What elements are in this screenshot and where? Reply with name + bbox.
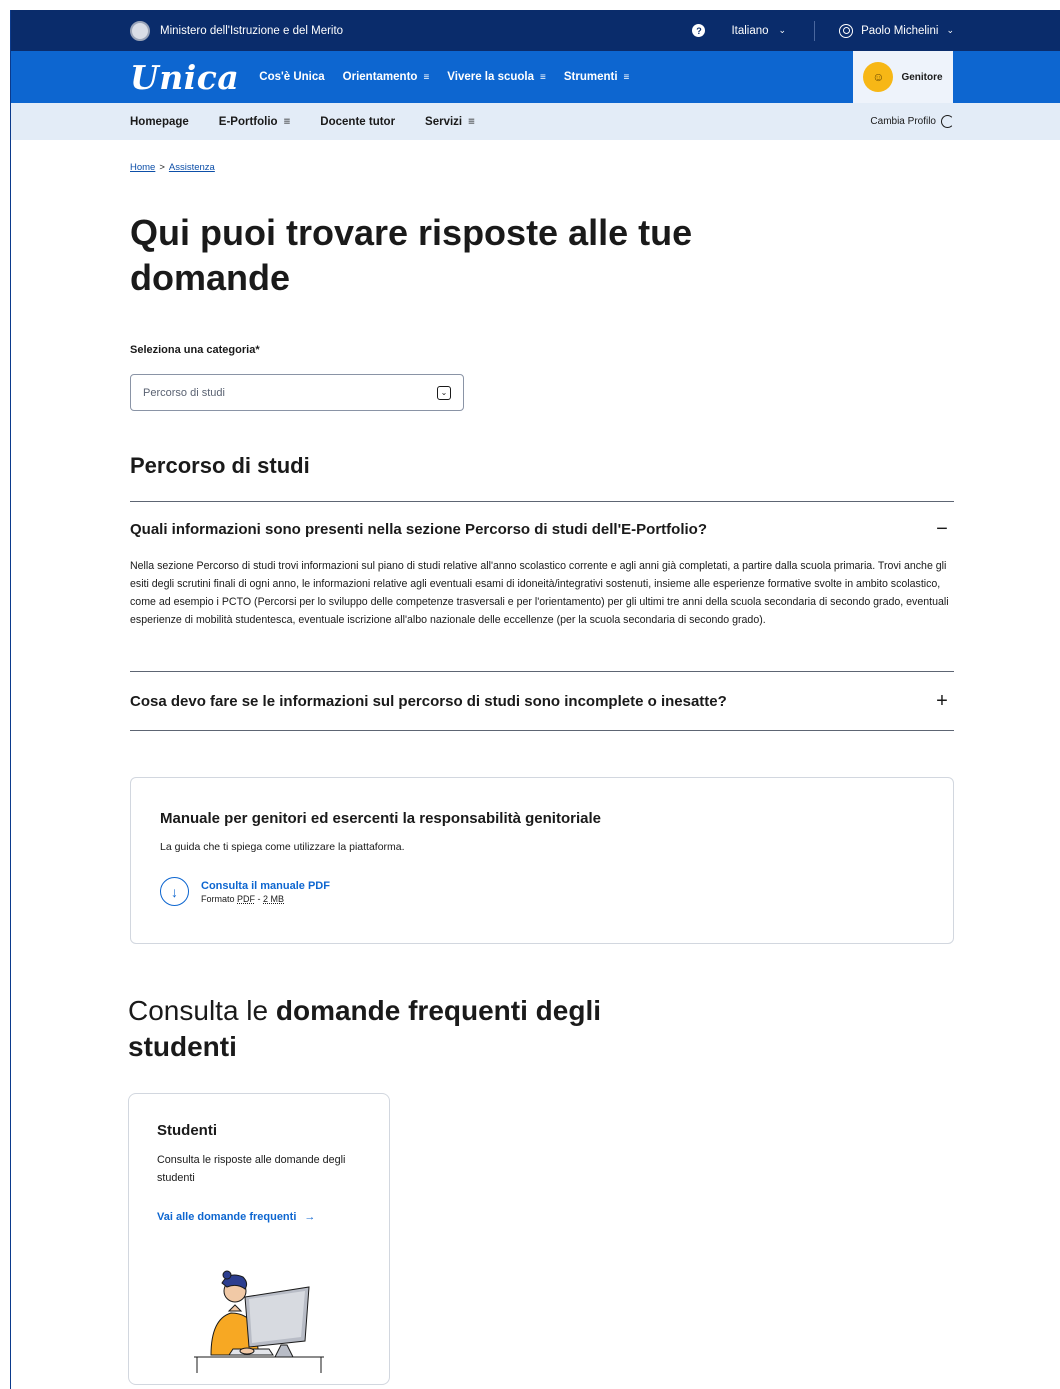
section-title: Percorso di studi xyxy=(130,453,310,478)
chevron-down-icon: ⌄ xyxy=(437,385,451,400)
profile-switch[interactable]: ☺ Genitore xyxy=(853,51,953,103)
arrow-right-icon: → xyxy=(304,1211,316,1223)
format-type: PDF xyxy=(237,893,256,904)
manual-card: Manuale per genitori ed esercenti la res… xyxy=(130,777,954,944)
menu-icon: ≡ xyxy=(468,115,475,128)
file-format: Formato PDF - 2 MB xyxy=(201,893,285,904)
language-label: Italiano xyxy=(731,24,769,37)
faq-heading: Consulta le domande frequenti degli stud… xyxy=(128,993,688,1065)
nav-strumenti[interactable]: Strumenti ≡ xyxy=(564,71,630,83)
faq-link-label: Vai alle domande frequenti xyxy=(157,1211,297,1223)
subnav-label: E-Portfolio xyxy=(218,115,278,128)
user-icon xyxy=(839,23,854,38)
manual-description: La guida che ti spiega come utilizzare l… xyxy=(160,841,405,853)
card-title: Studenti xyxy=(157,1122,217,1139)
accordion-answer: Nella sezione Percorso di studi trovi in… xyxy=(130,560,949,626)
students-card: Studenti Consulta le risposte alle doman… xyxy=(128,1093,390,1385)
profile-label: Genitore xyxy=(901,71,943,83)
change-profile-link[interactable]: Cambia Profilo xyxy=(870,115,954,128)
breadcrumb-home[interactable]: Home xyxy=(130,162,155,173)
format-prefix: Formato xyxy=(201,893,235,904)
help-icon[interactable]: ? xyxy=(692,24,706,37)
user-menu[interactable]: Paolo Michelini ⌄ xyxy=(839,23,954,38)
faq-heading-plain: Consulta le xyxy=(128,995,276,1026)
subnav-docente-tutor[interactable]: Docente tutor xyxy=(320,116,395,128)
sub-nav: Homepage E-Portfolio ≡ Docente tutor Serv… xyxy=(11,103,1060,140)
menu-icon: ≡ xyxy=(623,71,630,83)
breadcrumb-assistenza[interactable]: Assistenza xyxy=(169,162,215,173)
chevron-down-icon: ⌄ xyxy=(946,25,954,35)
breadcrumb-separator: > xyxy=(159,162,165,173)
nav-label: Vivere la scuola xyxy=(447,71,535,83)
download-manual-link[interactable]: Consulta il manuale PDF xyxy=(201,880,330,892)
ministry-link[interactable]: Ministero dell'Istruzione e del Merito xyxy=(130,20,344,41)
accordion-header[interactable]: Quali informazioni sono presenti nella s… xyxy=(130,502,954,557)
accordion-header[interactable]: Cosa devo fare se le informazioni sul pe… xyxy=(130,672,954,731)
nav-cose-unica[interactable]: Cos'è Unica xyxy=(259,71,324,83)
change-profile-label: Cambia Profilo xyxy=(870,116,936,127)
accordion-item: Quali informazioni sono presenti nella s… xyxy=(130,501,954,647)
subnav-label: Homepage xyxy=(130,115,189,128)
accordion-item: Cosa devo fare se le informazioni sul pe… xyxy=(130,671,954,731)
ministry-emblem-icon xyxy=(130,20,150,41)
nav-label: Orientamento xyxy=(342,71,418,83)
parent-avatar-icon: ☺ xyxy=(863,62,894,92)
ministry-name: Ministero dell'Istruzione e del Merito xyxy=(160,24,344,37)
subnav-label: Servizi xyxy=(425,115,463,128)
subnav-label: Docente tutor xyxy=(320,115,396,128)
category-value: Percorso di studi xyxy=(143,386,225,399)
chevron-down-icon: ⌄ xyxy=(778,25,787,35)
subnav-homepage[interactable]: Homepage xyxy=(130,116,189,128)
download-icon[interactable]: ↓ xyxy=(160,877,189,906)
divider xyxy=(814,20,816,41)
unica-logo[interactable]: Unica xyxy=(130,58,239,97)
subnav-servizi[interactable]: Servizi ≡ xyxy=(425,116,475,128)
language-selector[interactable]: Italiano ⌄ xyxy=(731,25,786,37)
subnav-eportfolio[interactable]: E-Portfolio ≡ xyxy=(219,116,291,128)
breadcrumb: Home > Assistenza xyxy=(130,162,215,173)
manual-title: Manuale per genitori ed esercenti la res… xyxy=(160,810,601,827)
student-computer-illustration xyxy=(194,1270,324,1373)
top-bar: Ministero dell'Istruzione e del Merito ?… xyxy=(11,10,1060,51)
format-size: 2 MB xyxy=(263,893,285,904)
minus-icon[interactable]: − xyxy=(930,518,954,541)
card-description: Consulta le risposte alle domande degli … xyxy=(157,1154,346,1184)
divider xyxy=(130,730,954,731)
switch-profile-icon xyxy=(941,115,954,128)
menu-icon: ≡ xyxy=(540,71,546,83)
category-select[interactable]: Percorso di studi ⌄ xyxy=(130,374,464,411)
nav-label: Cos'è Unica xyxy=(259,71,325,83)
faq-link[interactable]: Vai alle domande frequenti → xyxy=(157,1211,361,1223)
menu-icon: ≡ xyxy=(423,71,430,83)
nav-vivere-la-scuola[interactable]: Vivere la scuola ≡ xyxy=(447,71,546,83)
nav-orientamento[interactable]: Orientamento ≡ xyxy=(343,71,430,83)
menu-icon: ≡ xyxy=(283,115,291,128)
plus-icon[interactable]: + xyxy=(930,690,954,713)
page-frame: Ministero dell'Istruzione e del Merito ?… xyxy=(10,10,1060,1389)
accordion-question: Quali informazioni sono presenti nella s… xyxy=(130,521,707,538)
main-nav: Unica Cos'è Unica Orientamento ≡ Vivere l… xyxy=(11,51,1060,103)
accordion-question: Cosa devo fare se le informazioni sul pe… xyxy=(130,693,727,710)
category-label: Seleziona una categoria* xyxy=(130,344,260,356)
user-name: Paolo Michelini xyxy=(861,24,939,37)
nav-label: Strumenti xyxy=(563,71,618,83)
page-title: Qui puoi trovare risposte alle tue doman… xyxy=(130,212,693,298)
